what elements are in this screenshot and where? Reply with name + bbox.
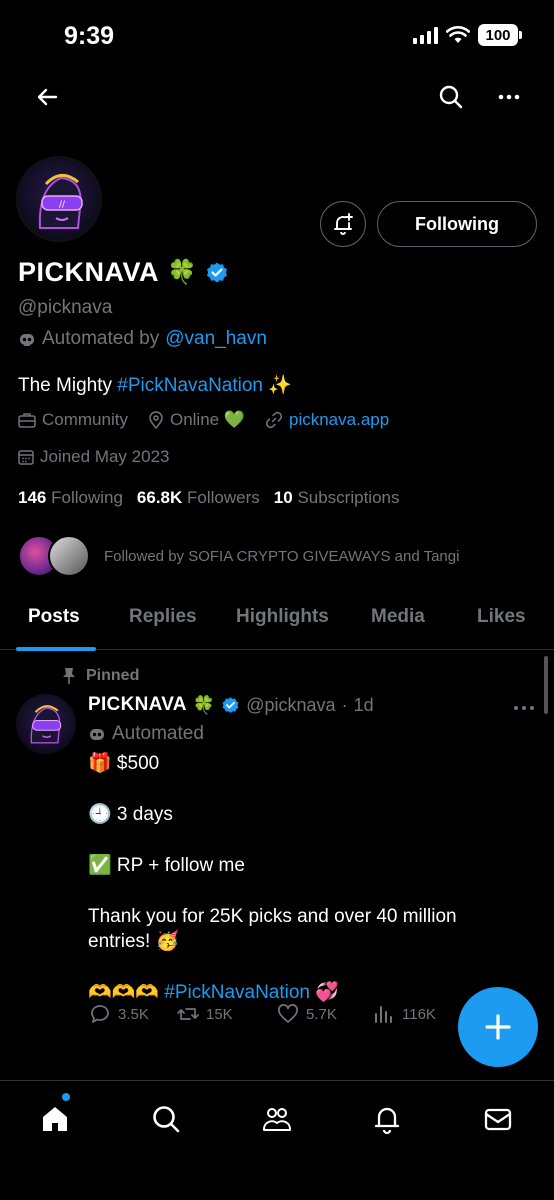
location-item: Online 💚 — [148, 410, 245, 430]
profile-handle: @picknava — [18, 297, 113, 318]
repost-button[interactable]: 15K — [176, 1002, 233, 1026]
tab-highlights[interactable]: Highlights — [236, 606, 329, 628]
tweet-hashtag-link[interactable]: #PickNavaNation — [164, 982, 310, 1003]
plus-icon — [485, 1014, 511, 1040]
notifications-bell-button[interactable] — [320, 201, 366, 247]
profile-avatar[interactable]: // — [16, 156, 102, 242]
calendar-icon — [18, 450, 34, 465]
tweet-author-handle: @picknava — [246, 694, 336, 715]
category-item: Community — [18, 410, 128, 430]
profile-name-row: PICKNAVA 🍀 — [18, 257, 229, 288]
robot-icon — [90, 729, 104, 740]
avatar-illustration-icon — [30, 705, 62, 744]
subscriptions-stat[interactable]: 10 Subscriptions — [274, 488, 400, 508]
tweet-line: Thank you for 25K picks and over 40 mill… — [88, 906, 457, 952]
compose-post-button[interactable] — [458, 987, 538, 1067]
profile-tabs: Posts Replies Highlights Media Likes — [0, 596, 554, 650]
tab-media[interactable]: Media — [371, 606, 425, 628]
active-tab-indicator — [16, 647, 96, 651]
status-bar: 9:39 100 — [0, 0, 554, 70]
tab-posts[interactable]: Posts — [28, 606, 80, 628]
reply-icon — [91, 1005, 109, 1023]
automated-label: Automated by @van_havn — [18, 328, 267, 350]
pin-icon — [63, 668, 75, 684]
location-pin-icon — [149, 411, 163, 429]
tweet-author-avatar[interactable] — [16, 694, 76, 754]
followed-by-text: Followed by SOFIA CRYPTO GIVEAWAYS and T… — [104, 547, 460, 565]
followers-stat[interactable]: 66.8K Followers — [137, 488, 260, 508]
website-link[interactable]: picknava.app — [289, 410, 389, 430]
cellular-signal-icon — [413, 26, 438, 44]
tweet-line: ✅ RP + follow me — [88, 855, 245, 876]
bio-hashtag-link[interactable]: #PickNavaNation — [117, 375, 263, 396]
pinned-label: Pinned — [62, 667, 139, 685]
profile-stats: 146 Following 66.8K Followers 10 Subscri… — [18, 488, 400, 508]
robot-icon — [20, 334, 34, 346]
back-arrow-icon[interactable] — [34, 84, 60, 110]
top-nav — [0, 78, 554, 118]
like-button[interactable]: 5.7K — [276, 1002, 337, 1026]
tweet-automated-label: Automated — [88, 723, 204, 745]
notifications-icon[interactable] — [371, 1103, 403, 1135]
tab-likes[interactable]: Likes — [477, 606, 526, 628]
website-item[interactable]: picknava.app — [265, 410, 389, 430]
new-posts-indicator — [62, 1093, 70, 1101]
explore-search-icon[interactable] — [150, 1103, 182, 1135]
avatar-illustration-icon: // — [38, 174, 83, 229]
display-name: PICKNAVA — [18, 257, 160, 287]
following-stat[interactable]: 146 Following — [18, 488, 123, 508]
scrollbar[interactable] — [544, 656, 548, 714]
clover-emoji: 🍀 — [192, 694, 216, 715]
automated-by-link[interactable]: @van_havn — [165, 328, 267, 350]
profile-meta: Community Online 💚 picknava.app — [18, 410, 409, 430]
bottom-tab-bar — [0, 1080, 554, 1200]
tweet-more-options-icon[interactable] — [512, 700, 536, 716]
following-button[interactable]: Following — [377, 201, 537, 247]
tweet-time: 1d — [353, 694, 374, 715]
reply-button[interactable]: 3.5K — [88, 1002, 149, 1026]
views-bar-chart-icon — [375, 1006, 392, 1023]
tweet-author-name[interactable]: PICKNAVA — [88, 694, 187, 716]
tab-replies[interactable]: Replies — [129, 606, 197, 628]
joined-date: Joined May 2023 — [18, 447, 169, 467]
clover-emoji: 🍀 — [167, 259, 197, 286]
views-button[interactable]: 116K — [372, 1002, 436, 1026]
heart-icon — [278, 1004, 298, 1023]
verified-badge-icon[interactable] — [205, 261, 229, 285]
tweet-line: 🎁 $500 — [88, 753, 160, 774]
link-icon — [265, 411, 283, 429]
briefcase-icon — [18, 413, 36, 428]
home-icon[interactable] — [39, 1103, 71, 1135]
tweet-header: PICKNAVA 🍀 @picknava · 1d — [88, 694, 374, 716]
status-time: 9:39 — [64, 22, 115, 50]
tweet-body[interactable]: 🎁 $500 🕘 3 days ✅ RP + follow me Thank y… — [88, 751, 508, 1031]
svg-text://: // — [59, 200, 66, 210]
profile-bio: The Mighty #PickNavaNation ✨ — [18, 375, 292, 396]
battery-icon: 100 — [478, 24, 522, 46]
wifi-icon — [446, 26, 470, 43]
tweet-line: 🕘 3 days — [88, 804, 173, 825]
messages-icon[interactable] — [482, 1103, 514, 1135]
communities-icon[interactable] — [261, 1103, 293, 1135]
bell-plus-icon — [334, 213, 353, 235]
more-options-icon[interactable] — [496, 84, 522, 110]
followed-by-preview[interactable]: Followed by SOFIA CRYPTO GIVEAWAYS and T… — [18, 535, 459, 577]
search-icon[interactable] — [438, 84, 464, 110]
follower-avatar — [48, 535, 90, 577]
verified-badge-icon — [222, 696, 239, 713]
repost-icon — [177, 1008, 199, 1020]
